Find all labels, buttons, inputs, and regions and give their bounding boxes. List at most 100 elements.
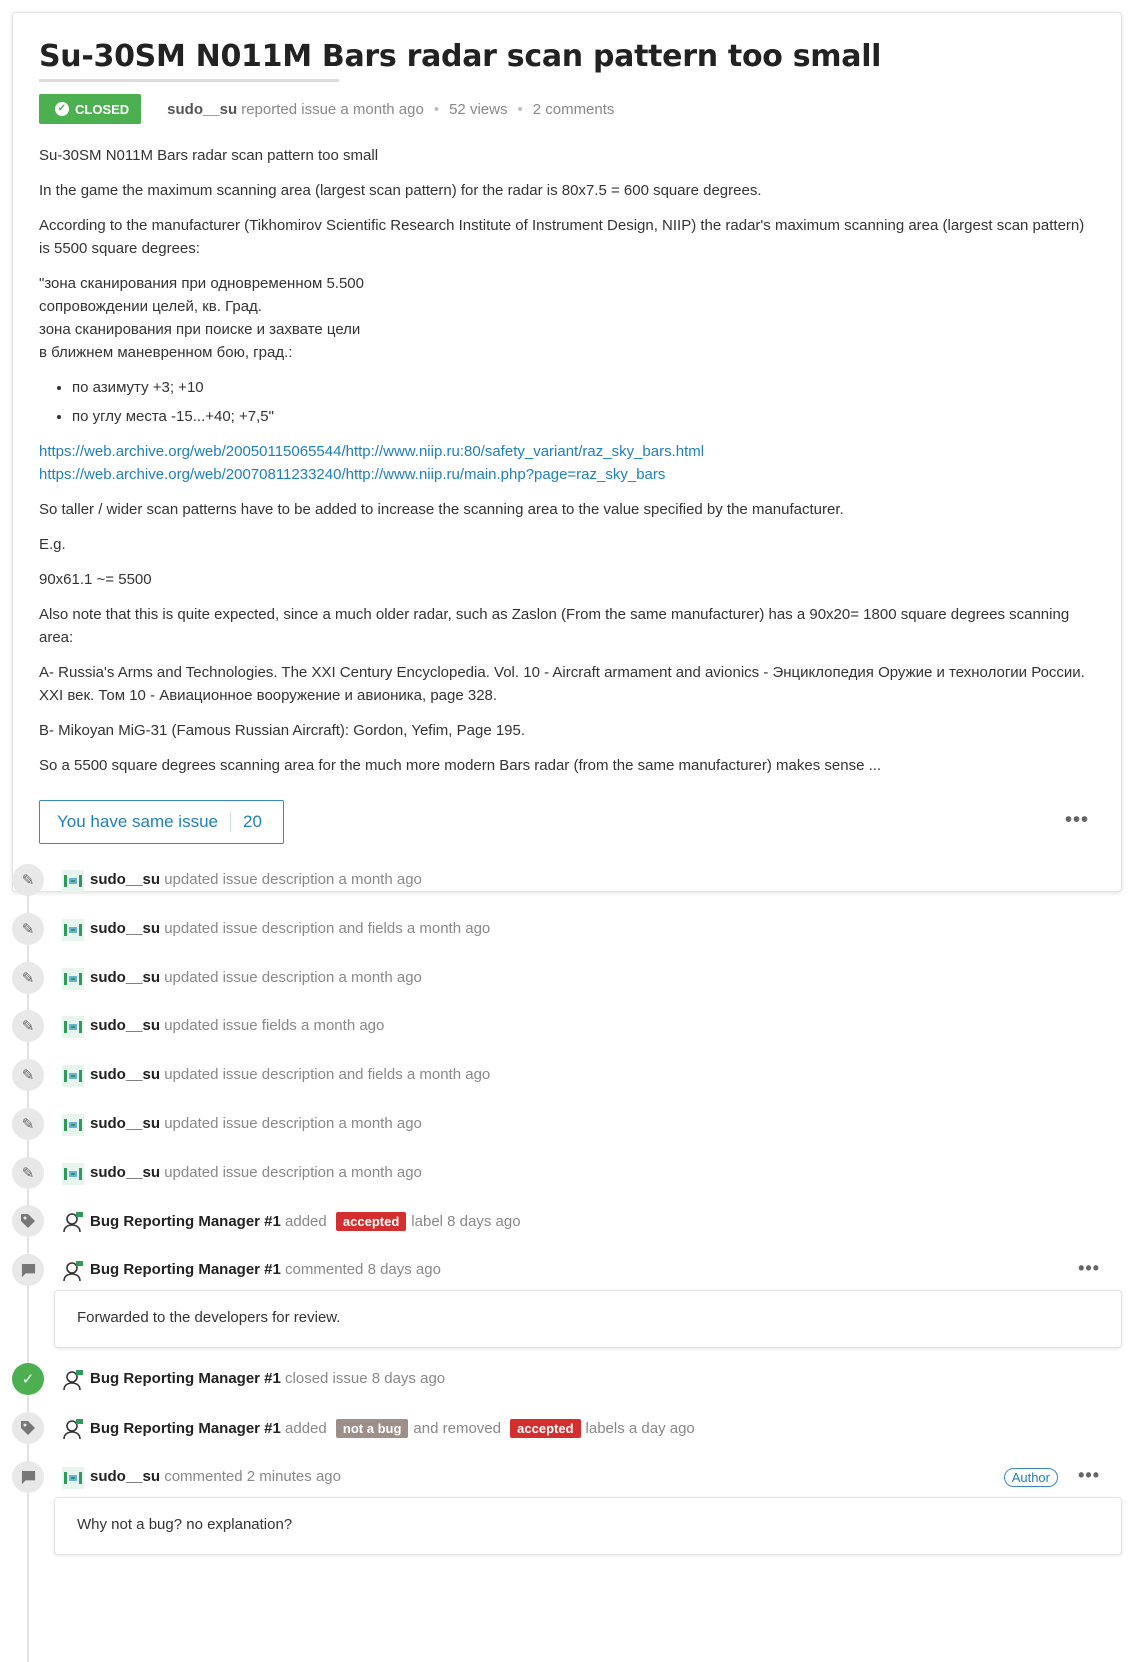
pencil-icon: ✎	[12, 913, 44, 945]
user-avatar	[62, 919, 84, 941]
timeline-text: sudo__su updated issue description a mon…	[90, 1164, 422, 1181]
author-badge: Author	[1003, 1468, 1058, 1487]
timeline-user[interactable]: sudo__su	[90, 1468, 160, 1485]
separator-dot: •	[433, 100, 440, 118]
timeline-action: closed issue 8 days ago	[285, 1370, 446, 1387]
timeline-action: and removed	[413, 1420, 501, 1437]
views-count: 52 views	[449, 100, 508, 118]
timeline-action: added	[285, 1213, 327, 1230]
comment-menu-icon[interactable]: •••	[1078, 1465, 1100, 1486]
timeline-entry: Bug Reporting Manager #1 added accepted l…	[12, 1205, 1122, 1239]
timeline-action: commented 2 minutes ago	[164, 1468, 341, 1485]
comment-box: Forwarded to the developers for review.	[54, 1290, 1122, 1348]
body-links: https://web.archive.org/web/200501150655…	[39, 440, 1095, 486]
timeline-user[interactable]: sudo__su	[90, 871, 160, 888]
timeline-text: sudo__su updated issue fields a month ag…	[90, 1017, 384, 1034]
body-paragraph: A- Russia's Arms and Technologies. The X…	[39, 664, 1085, 704]
timeline-action: updated issue description and fields a m…	[164, 920, 491, 937]
timeline-text: sudo__su updated issue description a mon…	[90, 871, 422, 888]
timeline-text: sudo__su updated issue description a mon…	[90, 969, 422, 986]
body-paragraph: Also note that this is quite expected, s…	[39, 606, 1070, 646]
timeline-user[interactable]: sudo__su	[90, 1115, 160, 1132]
list-item: по углу места -15...+40; +7,5"	[72, 405, 1095, 428]
title-underline	[39, 79, 339, 82]
timeline-action: updated issue description a month ago	[164, 871, 422, 888]
user-avatar	[62, 870, 84, 892]
pencil-icon: ✎	[12, 962, 44, 994]
timeline-action: commented 8 days ago	[285, 1261, 441, 1278]
quote-line: сопровождении целей, кв. Град.	[39, 298, 262, 315]
timeline-entry: Bug Reporting Manager #1 commented 8 day…	[12, 1254, 1122, 1288]
timeline-user[interactable]: sudo__su	[90, 1164, 160, 1181]
body-paragraph: So a 5500 square degrees scanning area f…	[39, 757, 882, 774]
comment-menu-icon[interactable]: •••	[1078, 1258, 1100, 1279]
timeline-action: updated issue description a month ago	[164, 969, 422, 986]
timeline-text: sudo__su commented 2 minutes ago	[90, 1468, 341, 1485]
timeline-user[interactable]: Bug Reporting Manager #1	[90, 1213, 281, 1230]
label-accepted[interactable]: accepted	[510, 1419, 581, 1438]
timeline-user[interactable]: sudo__su	[90, 1017, 160, 1034]
same-issue-count: 20	[229, 812, 262, 832]
issue-title: Su-30SM N011M Bars radar scan pattern to…	[39, 39, 882, 74]
body-paragraph: In the game the maximum scanning area (l…	[39, 182, 762, 199]
pencil-icon: ✎	[12, 1108, 44, 1140]
timeline-action: updated issue description a month ago	[164, 1115, 422, 1132]
comment-box: Why not a bug? no explanation?	[54, 1497, 1122, 1555]
tag-icon	[12, 1412, 44, 1444]
pencil-icon: ✎	[12, 1010, 44, 1042]
list-item: по азимуту +3; +10	[72, 376, 1095, 399]
timeline-entry: ✓ Bug Reporting Manager #1 closed issue …	[12, 1363, 1122, 1397]
label-not-a-bug[interactable]: not a bug	[335, 1419, 409, 1438]
manager-avatar	[63, 1261, 83, 1282]
timeline-user[interactable]: Bug Reporting Manager #1	[90, 1261, 281, 1278]
user-avatar	[62, 968, 84, 990]
more-options-icon[interactable]: •••	[1065, 809, 1089, 832]
status-badge: ✓ CLOSED	[39, 94, 142, 124]
same-issue-button[interactable]: You have same issue 20	[39, 800, 284, 844]
comment-text: Why not a bug? no explanation?	[77, 1516, 293, 1533]
comments-count[interactable]: 2 comments	[533, 101, 615, 118]
archive-link-1[interactable]: https://web.archive.org/web/200501150655…	[39, 443, 704, 460]
timeline-action: labels a day ago	[585, 1420, 695, 1437]
label-accepted[interactable]: accepted	[335, 1212, 407, 1231]
timeline-user[interactable]: sudo__su	[90, 920, 160, 937]
user-avatar	[62, 1163, 84, 1185]
timeline-entry: ✎ sudo__su updated issue fields a month …	[12, 1010, 1122, 1044]
timeline-action: updated issue fields a month ago	[164, 1017, 385, 1034]
body-paragraph: According to the manufacturer (Tikhomiro…	[39, 217, 1085, 257]
body-paragraph: So taller / wider scan patterns have to …	[39, 501, 844, 518]
tag-icon	[12, 1205, 44, 1237]
quote-line: "зона сканирования при одновременном 5.5…	[39, 275, 364, 292]
issue-card: Su-30SM N011M Bars radar scan pattern to…	[12, 12, 1122, 892]
timeline-entry: ✎ sudo__su updated issue description a m…	[12, 1157, 1122, 1191]
timeline-user[interactable]: Bug Reporting Manager #1	[90, 1420, 281, 1437]
comment-icon	[12, 1254, 44, 1286]
user-avatar	[62, 1467, 84, 1489]
timeline-user[interactable]: Bug Reporting Manager #1	[90, 1370, 281, 1387]
separator-dot: •	[517, 100, 523, 118]
manager-avatar	[63, 1419, 83, 1440]
timeline-entry: ✎ sudo__su updated issue description and…	[12, 913, 1122, 947]
reporter-name[interactable]: sudo__su	[167, 101, 237, 118]
body-paragraph: 90x61.1 ~= 5500	[39, 571, 152, 588]
quote-line: в ближнем маневренном бою, град.:	[39, 344, 293, 361]
timeline-text: Bug Reporting Manager #1 commented 8 day…	[90, 1261, 441, 1278]
archive-link-2[interactable]: https://web.archive.org/web/200708112332…	[39, 466, 665, 483]
user-avatar	[62, 1114, 84, 1136]
issue-body: Su-30SM N011M Bars radar scan pattern to…	[39, 144, 1095, 777]
timeline-action: updated issue description and fields a m…	[164, 1066, 491, 1083]
reported-text: reported issue a month ago	[241, 100, 424, 118]
same-issue-label: You have same issue	[57, 812, 218, 831]
timeline-user[interactable]: sudo__su	[90, 1066, 160, 1083]
body-paragraph: E.g.	[39, 536, 66, 553]
timeline-entry: Bug Reporting Manager #1 added not a bug…	[12, 1412, 1122, 1446]
pencil-icon: ✎	[12, 864, 44, 896]
timeline-entry: ✎ sudo__su updated issue description a m…	[12, 1108, 1122, 1142]
manager-avatar	[63, 1212, 83, 1233]
timeline-action: added	[285, 1420, 327, 1437]
timeline-user[interactable]: sudo__su	[90, 969, 160, 986]
timeline-action: updated issue description a month ago	[164, 1164, 422, 1181]
body-list: по азимуту +3; +10 по углу места -15...+…	[72, 376, 1095, 428]
check-icon: ✓	[55, 102, 69, 116]
user-avatar	[62, 1065, 84, 1087]
